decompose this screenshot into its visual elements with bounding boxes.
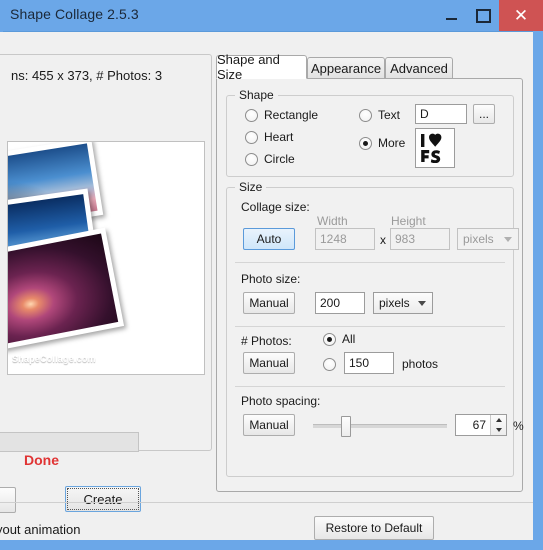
- radio-text-label: Text: [378, 108, 401, 122]
- collage-size-units-value: pixels: [463, 232, 494, 246]
- radio-rectangle-indicator: [245, 108, 258, 122]
- tab-appearance[interactable]: Appearance: [307, 57, 385, 79]
- radio-text-indicator: [359, 108, 372, 122]
- progress-bar: [0, 432, 139, 452]
- radio-heart-label: Heart: [264, 130, 294, 144]
- radio-rectangle[interactable]: Rectangle: [245, 108, 318, 122]
- minimize-button[interactable]: [435, 0, 467, 31]
- radio-circle-indicator: [245, 152, 258, 166]
- photo-size-input[interactable]: 200: [315, 292, 365, 314]
- create-button[interactable]: Create: [65, 486, 141, 512]
- shape-text-input[interactable]: D: [415, 104, 467, 124]
- radio-rectangle-label: Rectangle: [264, 108, 319, 122]
- restore-to-default-button[interactable]: Restore to Default: [314, 516, 434, 540]
- shape-text-browse-button[interactable]: ...: [473, 104, 495, 124]
- radio-heart-indicator: [245, 130, 258, 144]
- title-bar: Shape Collage 2.5.3 ✕: [0, 0, 543, 32]
- tab-appearance-label: Appearance: [310, 61, 382, 76]
- tab-advanced[interactable]: Advanced: [385, 57, 453, 79]
- preview-button[interactable]: w: [0, 487, 16, 513]
- radio-count-photos[interactable]: [323, 358, 336, 371]
- minimize-icon: [445, 17, 457, 20]
- collage-size-units-select[interactable]: pixels: [457, 228, 519, 250]
- size-divider-3: [235, 386, 505, 387]
- collage-height-label: Height: [391, 214, 426, 228]
- tab-shape-and-size[interactable]: Shape and Size: [216, 52, 307, 82]
- photo-spacing-stepper[interactable]: [490, 415, 506, 435]
- photo-spacing-slider-handle[interactable]: [340, 416, 351, 437]
- caret-up-icon: [495, 418, 502, 422]
- size-group: Size Collage size: Width Height Auto 124…: [226, 180, 524, 477]
- close-button[interactable]: ✕: [499, 0, 543, 31]
- window-title: Shape Collage 2.5.3: [10, 6, 139, 22]
- tab-advanced-label: Advanced: [390, 61, 448, 76]
- photo-size-units-value: pixels: [379, 296, 410, 310]
- tab-strip: Shape and Size Appearance Advanced: [216, 52, 521, 82]
- status-label: Done: [24, 452, 59, 468]
- collage-width-label: Width: [317, 214, 348, 228]
- collage-preview-panel: ns: 455 x 373, # Photos: 3 ShapeCollage.…: [0, 54, 212, 451]
- photo-size-mode-button[interactable]: Manual: [243, 292, 295, 314]
- size-divider-1: [235, 262, 505, 263]
- radio-more-indicator: [359, 136, 372, 150]
- photo-size-units-select[interactable]: pixels: [373, 292, 433, 314]
- num-photos-unit-label: photos: [402, 357, 439, 371]
- chevron-down-icon: [418, 301, 426, 306]
- radio-all-photos-label: All: [342, 332, 356, 346]
- size-divider-2: [235, 326, 505, 327]
- size-group-legend: Size: [235, 180, 267, 194]
- radio-all-photos-indicator: [323, 332, 336, 346]
- tab-page-shape-and-size: Shape Rectangle Heart Circle Text D ... …: [216, 78, 524, 492]
- photo-spacing-slider-track[interactable]: [313, 424, 447, 428]
- photo-spacing-value: 67: [472, 418, 486, 432]
- photo-spacing-spinner[interactable]: 67: [455, 414, 507, 436]
- app-window: Shape Collage 2.5.3 ✕ ns: 455 x 373, # P…: [0, 0, 543, 550]
- close-icon: ✕: [513, 6, 529, 25]
- window-frame-right: [533, 31, 543, 550]
- collage-preview-image[interactable]: ShapeCollage.com: [7, 141, 205, 375]
- spinner-up-button[interactable]: [491, 415, 506, 425]
- radio-more[interactable]: More: [359, 136, 405, 150]
- radio-heart[interactable]: Heart: [245, 130, 293, 144]
- photo-spacing-unit-label: %: [513, 419, 524, 433]
- footer-divider: [0, 502, 533, 503]
- radio-circle-label: Circle: [264, 152, 295, 166]
- collage-height-input[interactable]: 983: [390, 228, 450, 250]
- size-separator-label: x: [380, 233, 386, 247]
- radio-more-label: More: [378, 136, 406, 150]
- collage-info-text: ns: 455 x 373, # Photos: 3: [11, 68, 163, 83]
- more-shape-thumbnail[interactable]: [415, 128, 455, 168]
- num-photos-input[interactable]: 150: [344, 352, 394, 374]
- radio-all-photos[interactable]: All: [323, 332, 355, 346]
- preview-watermark: ShapeCollage.com: [12, 354, 96, 364]
- client-area: ns: 455 x 373, # Photos: 3 ShapeCollage.…: [0, 32, 533, 540]
- chevron-down-icon: [504, 237, 512, 242]
- collage-size-mode-button[interactable]: Auto: [243, 228, 295, 250]
- radio-circle[interactable]: Circle: [245, 152, 295, 166]
- radio-count-photos-indicator: [323, 358, 336, 371]
- i-heart-fs-icon: [421, 133, 442, 163]
- maximize-icon: [475, 8, 491, 23]
- collage-size-label: Collage size:: [241, 200, 310, 214]
- caret-down-icon: [495, 428, 502, 432]
- photo-spacing-mode-button[interactable]: Manual: [243, 414, 295, 436]
- preview-photo-3: [8, 227, 125, 357]
- maximize-button[interactable]: [467, 0, 499, 31]
- num-photos-mode-button[interactable]: Manual: [243, 352, 295, 374]
- num-photos-label: # Photos:: [241, 334, 292, 348]
- tab-shape-and-size-label: Shape and Size: [217, 52, 280, 82]
- shape-group-legend: Shape: [235, 88, 278, 102]
- shape-group: Shape Rectangle Heart Circle Text D ... …: [226, 88, 514, 177]
- photo-size-label: Photo size:: [241, 272, 301, 286]
- collage-width-input[interactable]: 1248: [315, 228, 375, 250]
- photo-spacing-label: Photo spacing:: [241, 394, 321, 408]
- radio-text[interactable]: Text: [359, 108, 400, 122]
- create-button-label: Create: [83, 491, 123, 507]
- layout-animation-checkbox-label[interactable]: h layout animation: [0, 522, 81, 537]
- spinner-down-button[interactable]: [491, 425, 506, 435]
- window-frame-bottom: [0, 540, 543, 550]
